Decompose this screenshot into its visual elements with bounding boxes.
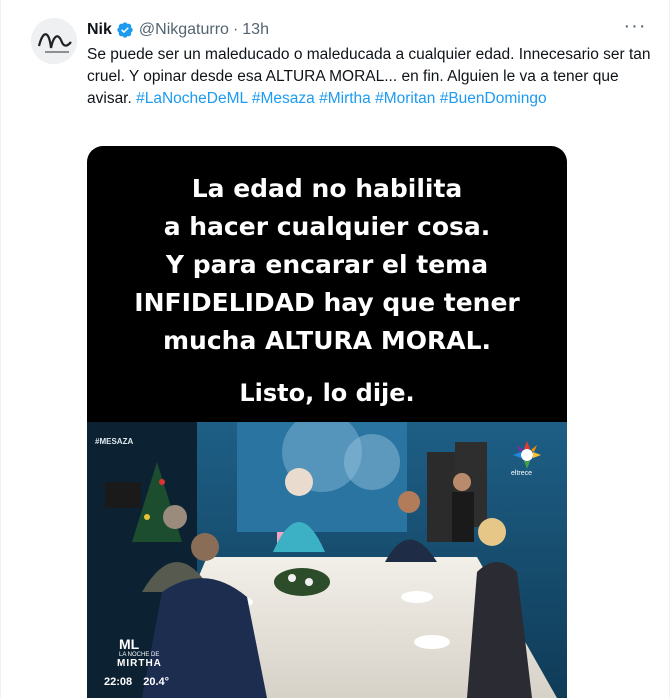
separator-dot: ·: [232, 21, 239, 38]
overlay-line-2: a hacer cualquier cosa.: [163, 212, 491, 241]
show-badge-ml: ML: [119, 636, 140, 652]
channel-logo-icon: [513, 441, 541, 469]
verified-badge-icon: [117, 22, 133, 38]
hashtag-mesaza[interactable]: #Mesaza: [252, 90, 315, 107]
channel-name: eltrece: [511, 470, 533, 477]
tweet-header: Nik @Nikgaturro · 13h: [87, 20, 269, 40]
overlay-line-1: La edad no habilita: [191, 174, 463, 203]
tv-clock-bar: 22:08 20.4°: [104, 676, 177, 688]
overlay-final-line: Listo, lo dije.: [239, 379, 415, 407]
hashtag-buendomingo[interactable]: #BuenDomingo: [440, 90, 547, 107]
hashtag-mirtha[interactable]: #Mirtha: [319, 90, 371, 107]
more-icon[interactable]: ···: [623, 16, 647, 42]
author-handle[interactable]: @Nikgaturro: [139, 20, 229, 40]
tv-clock: 22:08: [104, 676, 133, 688]
avatar[interactable]: [31, 18, 77, 64]
show-badge: ML LA NOCHE DE MIRTHA: [111, 636, 181, 669]
tweet-timestamp[interactable]: 13h: [242, 20, 269, 40]
hashtag-lanochedeml[interactable]: #LaNocheDeML: [136, 90, 247, 107]
overlay-line-3: Y para encarar el tema: [165, 250, 489, 279]
media-overlay-text: La edad no habilita a hacer cualquier co…: [87, 170, 567, 408]
author-name[interactable]: Nik: [87, 20, 112, 40]
overlay-line-5: mucha ALTURA MORAL.: [163, 326, 491, 355]
tweet-text: Se puede ser un maleducado o maleducada …: [87, 44, 653, 110]
tweet-card[interactable]: Nik @Nikgaturro · 13h ··· Se puede ser u…: [0, 0, 670, 698]
avatar-image: [31, 18, 77, 64]
tv-hashtag: #MESAZA: [95, 437, 134, 446]
tweet-media[interactable]: La edad no habilita a hacer cualquier co…: [87, 146, 567, 698]
hashtag-moritan[interactable]: #Moritan: [375, 90, 435, 107]
tv-temperature: 20.4°: [143, 676, 170, 688]
overlay-line-4: INFIDELIDAD hay que tener: [134, 288, 520, 317]
show-badge-title: MIRTHA: [117, 658, 162, 669]
